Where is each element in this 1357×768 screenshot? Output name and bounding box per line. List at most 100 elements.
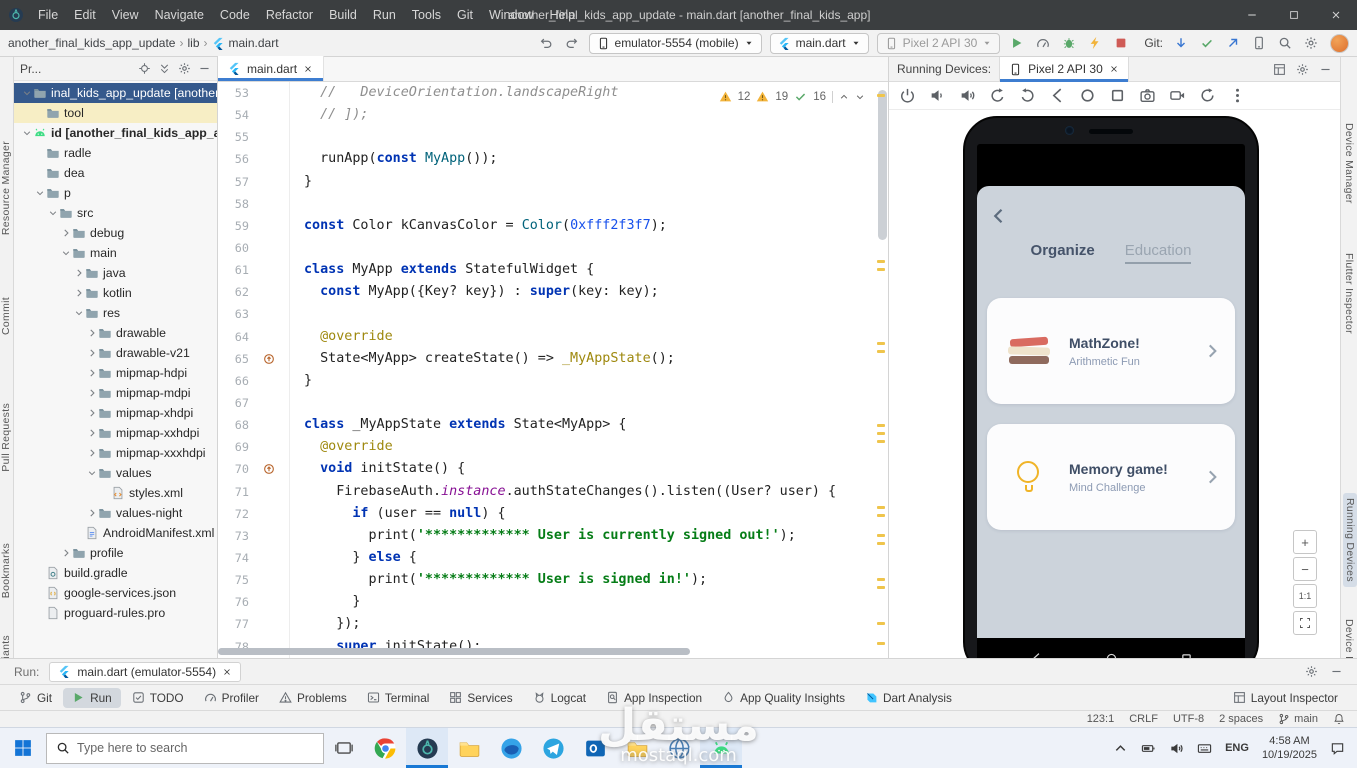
tab-pixel-2-api-30[interactable]: Pixel 2 API 30 [999, 57, 1129, 82]
maximize-button[interactable] [1273, 0, 1315, 30]
user-avatar[interactable] [1330, 34, 1349, 53]
tool-button-terminal[interactable]: Terminal [358, 688, 439, 708]
tree-item-mipmap-hdpi[interactable]: mipmap-hdpi [14, 363, 217, 383]
override-method-icon[interactable] [263, 353, 275, 365]
code-line-74[interactable]: 74 } else { [218, 547, 888, 569]
tree-chevron-icon[interactable] [85, 468, 98, 478]
taskbar-app-telegram[interactable] [532, 728, 574, 768]
menu-run[interactable]: Run [365, 0, 404, 30]
code-line-58[interactable]: 58 [218, 193, 888, 215]
taskbar-app-android-emulator[interactable] [700, 728, 742, 768]
task-view-button[interactable] [324, 728, 364, 768]
run-button[interactable] [1006, 33, 1028, 53]
code-line-68[interactable]: 68class _MyAppState extends State<MyApp>… [218, 414, 888, 436]
tool-button-profiler[interactable]: Profiler [195, 688, 268, 708]
fit-to-screen-button[interactable] [1293, 611, 1317, 635]
hidden-icons-chevron[interactable] [1113, 741, 1128, 756]
next-problem-icon[interactable] [855, 92, 865, 102]
close-tab-icon[interactable] [222, 667, 232, 677]
tree-chevron-icon[interactable] [85, 428, 98, 438]
horizontal-scrollbar[interactable] [218, 648, 690, 655]
tree-item-values-night[interactable]: values-night [14, 503, 217, 523]
card-mathzone[interactable]: MathZone! Arithmetic Fun [987, 298, 1235, 404]
volume-up-button[interactable] [959, 87, 976, 104]
clock[interactable]: 4:58 AM 10/19/2025 [1262, 734, 1317, 763]
screenshot-button[interactable] [1139, 87, 1156, 104]
tree-item-dea[interactable]: dea [14, 163, 217, 183]
taskbar-app-android-studio[interactable] [406, 728, 448, 768]
tree-item-id-another-final-kids-app-android[interactable]: id [another_final_kids_app_android] [14, 123, 217, 143]
code-line-56[interactable]: 56 runApp(const MyApp()); [218, 148, 888, 170]
power-button[interactable] [899, 87, 916, 104]
code-line-54[interactable]: 54 // ]); [218, 104, 888, 126]
tree-item-drawable[interactable]: drawable [14, 323, 217, 343]
code-line-61[interactable]: 61class MyApp extends StatefulWidget { [218, 259, 888, 281]
menu-git[interactable]: Git [449, 0, 481, 30]
override-method-icon[interactable] [263, 463, 275, 475]
tree-item-java[interactable]: java [14, 263, 217, 283]
tool-button-services[interactable]: Services [440, 688, 521, 708]
snapshot-button[interactable] [1199, 87, 1216, 104]
code-line-76[interactable]: 76 } [218, 591, 888, 613]
collapse-all-icon[interactable] [158, 62, 171, 75]
zoom-out-button[interactable]: − [1293, 557, 1317, 581]
tool-stripe-pull-requests[interactable]: Pull Requests [0, 403, 12, 472]
tree-item-radle[interactable]: radle [14, 143, 217, 163]
tree-chevron-icon[interactable] [72, 288, 85, 298]
code-line-66[interactable]: 66} [218, 370, 888, 392]
vertical-scrollbar[interactable] [878, 90, 887, 240]
debug-button[interactable] [1058, 33, 1080, 53]
start-button[interactable] [0, 728, 46, 768]
code-line-55[interactable]: 55 [218, 126, 888, 148]
hide-panel-icon[interactable] [1319, 63, 1332, 76]
code-line-57[interactable]: 57} [218, 171, 888, 193]
tree-item-google-services-json[interactable]: google-services.json [14, 583, 217, 603]
tree-item-values[interactable]: values [14, 463, 217, 483]
tree-chevron-icon[interactable] [85, 328, 98, 338]
notifications-icon[interactable] [1333, 713, 1345, 725]
git-commit-button[interactable] [1196, 33, 1218, 53]
menu-file[interactable]: File [30, 0, 66, 30]
card-memory-game[interactable]: Memory game! Mind Challenge [987, 424, 1235, 530]
code-line-63[interactable]: 63 [218, 303, 888, 325]
screen-record-button[interactable] [1169, 87, 1186, 104]
back-button[interactable] [1049, 87, 1066, 104]
taskbar-app-browser[interactable] [658, 728, 700, 768]
taskbar-app-edge[interactable] [490, 728, 532, 768]
tree-item-debug[interactable]: debug [14, 223, 217, 243]
tree-chevron-icon[interactable] [85, 448, 98, 458]
tool-stripe-bookmarks[interactable]: Bookmarks [0, 543, 12, 598]
app-back-icon[interactable] [989, 206, 1009, 226]
tree-chevron-icon[interactable] [72, 268, 85, 278]
profiler-button[interactable] [1032, 33, 1054, 53]
code-line-73[interactable]: 73 print('************* User is currentl… [218, 525, 888, 547]
tree-item-kotlin[interactable]: kotlin [14, 283, 217, 303]
code-line-60[interactable]: 60 [218, 237, 888, 259]
status-123-1[interactable]: 123:1 [1087, 713, 1115, 725]
hot-reload-button[interactable] [1084, 33, 1106, 53]
menu-build[interactable]: Build [321, 0, 365, 30]
close-tab-icon[interactable] [1109, 64, 1119, 74]
tree-chevron-icon[interactable] [59, 228, 72, 238]
code-line-67[interactable]: 67 [218, 392, 888, 414]
tool-stripe-commit[interactable]: Commit [0, 297, 12, 335]
menu-view[interactable]: View [104, 0, 147, 30]
rotate-left-button[interactable] [989, 87, 1006, 104]
breadcrumb-lib[interactable]: lib [187, 36, 199, 50]
tree-chevron-icon[interactable] [20, 88, 33, 98]
prev-problem-icon[interactable] [839, 92, 849, 102]
inspection-widget[interactable]: 12 19 16 [714, 88, 870, 105]
status-utf-8[interactable]: UTF-8 [1173, 713, 1204, 725]
panel-layout-icon[interactable] [1273, 63, 1286, 76]
run-config-selector[interactable]: main.dart [770, 33, 869, 54]
search-everywhere-button[interactable] [1274, 33, 1296, 53]
tree-item-styles-xml[interactable]: styles.xml [14, 483, 217, 503]
tool-button-git[interactable]: Git [10, 688, 61, 708]
code-line-62[interactable]: 62 const MyApp({Key? key}) : super(key: … [218, 281, 888, 303]
panel-settings-icon[interactable] [1296, 63, 1309, 76]
git-branch-indicator[interactable]: main [1278, 713, 1318, 725]
tree-item-res[interactable]: res [14, 303, 217, 323]
tool-button-run[interactable]: Run [63, 688, 121, 708]
nav-forward-icon[interactable] [561, 33, 583, 53]
more-options-button[interactable] [1229, 87, 1246, 104]
